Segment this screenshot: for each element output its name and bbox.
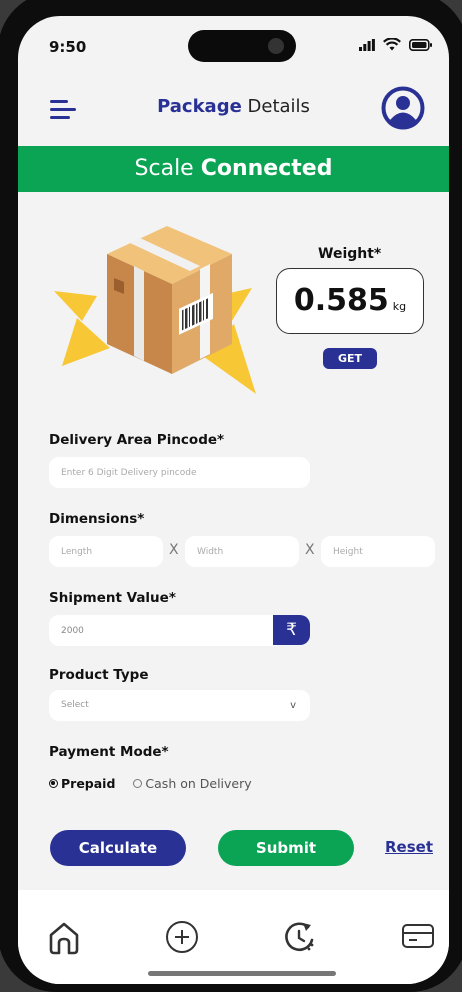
- length-input[interactable]: [49, 536, 163, 567]
- home-icon[interactable]: [47, 920, 81, 956]
- rupee-icon[interactable]: ₹: [273, 615, 310, 645]
- add-circle-icon[interactable]: [165, 920, 199, 954]
- battery-icon: [409, 38, 432, 51]
- payment-mode-group: Prepaid Cash on Delivery: [49, 776, 252, 791]
- dynamic-island: [188, 30, 296, 62]
- weight-label: Weight*: [318, 246, 382, 262]
- radio-checked-icon: [49, 779, 58, 788]
- dimensions-label: Dimensions*: [49, 511, 145, 527]
- pincode-input[interactable]: [49, 457, 310, 488]
- app-screen: 9:50 Package Details Scale Connected Wei…: [18, 16, 449, 984]
- payment-mode-label: Payment Mode*: [49, 744, 169, 760]
- weight-display: 0.585 kg: [276, 268, 424, 334]
- status-bar: 9:50: [18, 16, 449, 76]
- dimension-separator: X: [305, 542, 315, 558]
- pincode-label: Delivery Area Pincode*: [49, 432, 225, 448]
- signal-icon: [359, 38, 375, 51]
- radio-cash-on-delivery[interactable]: Cash on Delivery: [133, 776, 252, 791]
- bottom-nav: [18, 890, 449, 984]
- top-bar: Package Details: [18, 84, 449, 136]
- product-type-label: Product Type: [49, 667, 149, 683]
- shipment-value-label: Shipment Value*: [49, 590, 176, 606]
- product-type-select[interactable]: Select v: [49, 690, 310, 721]
- get-weight-button[interactable]: GET: [323, 348, 377, 369]
- radio-prepaid[interactable]: Prepaid: [49, 776, 115, 791]
- weight-value: 0.585: [293, 283, 389, 318]
- scale-status-banner: Scale Connected: [18, 146, 449, 192]
- status-icons: [359, 38, 433, 51]
- profile-avatar-icon[interactable]: [381, 86, 425, 130]
- calculate-button[interactable]: Calculate: [50, 830, 186, 866]
- width-input[interactable]: [185, 536, 299, 567]
- chevron-down-icon: v: [290, 700, 296, 711]
- camera-icon: [268, 38, 284, 54]
- product-type-selected: Select: [61, 700, 89, 710]
- package-box-icon: [54, 226, 256, 394]
- radio-unchecked-icon: [133, 779, 143, 788]
- weight-unit: kg: [392, 300, 407, 313]
- status-time: 9:50: [49, 38, 87, 56]
- history-icon[interactable]: [283, 920, 317, 954]
- shipment-value-input[interactable]: [49, 615, 277, 646]
- wifi-icon: [383, 38, 401, 51]
- height-input[interactable]: [321, 536, 435, 567]
- submit-button[interactable]: Submit: [218, 830, 354, 866]
- dimension-separator: X: [169, 542, 179, 558]
- card-icon[interactable]: [401, 922, 435, 950]
- reset-link[interactable]: Reset: [385, 838, 433, 856]
- home-indicator: [148, 971, 336, 976]
